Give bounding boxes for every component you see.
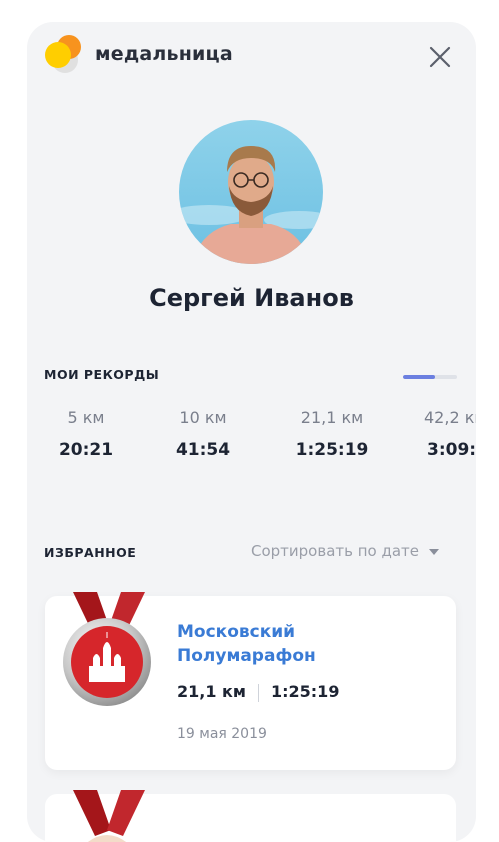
brand-logo-icon (45, 35, 81, 73)
record-time: 1:25:19 (295, 440, 369, 460)
favorite-race-card[interactable]: Московский Полумарафон 21,1 км 1:25:19 19… (45, 592, 456, 770)
sort-label: Сортировать по дате (251, 542, 420, 560)
race-title-line: Московский (177, 622, 296, 642)
record-time: 41:54 (175, 440, 231, 460)
medal-icon (63, 592, 151, 706)
record-distance: 5 км (67, 408, 105, 427)
record-item[interactable]: 10 км 41:54 (148, 408, 258, 460)
user-avatar (179, 120, 323, 264)
race-distance: 21,1 км (177, 682, 246, 701)
race-stats: 21,1 км 1:25:19 (177, 682, 339, 702)
close-icon[interactable] (428, 45, 452, 69)
records-title: МОИ РЕКОРДЫ (44, 367, 160, 382)
sort-dropdown[interactable]: Сортировать по дате (251, 542, 440, 560)
records-scroll-indicator[interactable] (403, 375, 457, 379)
record-item[interactable]: 21,1 км 1:25:19 (277, 408, 387, 460)
profile-panel: медальница Сергей Иванов МОИ РЕКОРДЫ 5 к… (27, 22, 476, 842)
record-item[interactable]: 5 км 20:21 (31, 408, 141, 460)
caret-down-icon (429, 548, 440, 555)
favorites-title: ИЗБРАННОЕ (44, 545, 137, 560)
race-date: 19 мая 2019 (177, 726, 267, 742)
race-title-line: Полумарафон (177, 646, 316, 666)
user-name: Сергей Иванов (149, 284, 354, 312)
record-distance: 21,1 км (300, 408, 364, 427)
record-item[interactable]: 42,2 км 3:09: (412, 408, 476, 460)
medal-icon (73, 790, 145, 842)
favorite-race-card[interactable] (45, 790, 456, 842)
records-scroll-thumb[interactable] (403, 375, 436, 379)
brand-name: медальница (95, 43, 233, 65)
record-distance: 10 км (179, 408, 227, 427)
divider (257, 683, 259, 702)
race-time: 1:25:19 (270, 682, 340, 701)
race-title[interactable]: Московский Полумарафон (177, 620, 437, 668)
record-time: 20:21 (58, 440, 114, 460)
records-list[interactable]: 5 км 20:21 10 км 41:54 21,1 км 1:25:19 4… (27, 408, 476, 468)
record-time: 3:09: (427, 440, 476, 460)
record-distance: 42,2 км (424, 408, 476, 427)
